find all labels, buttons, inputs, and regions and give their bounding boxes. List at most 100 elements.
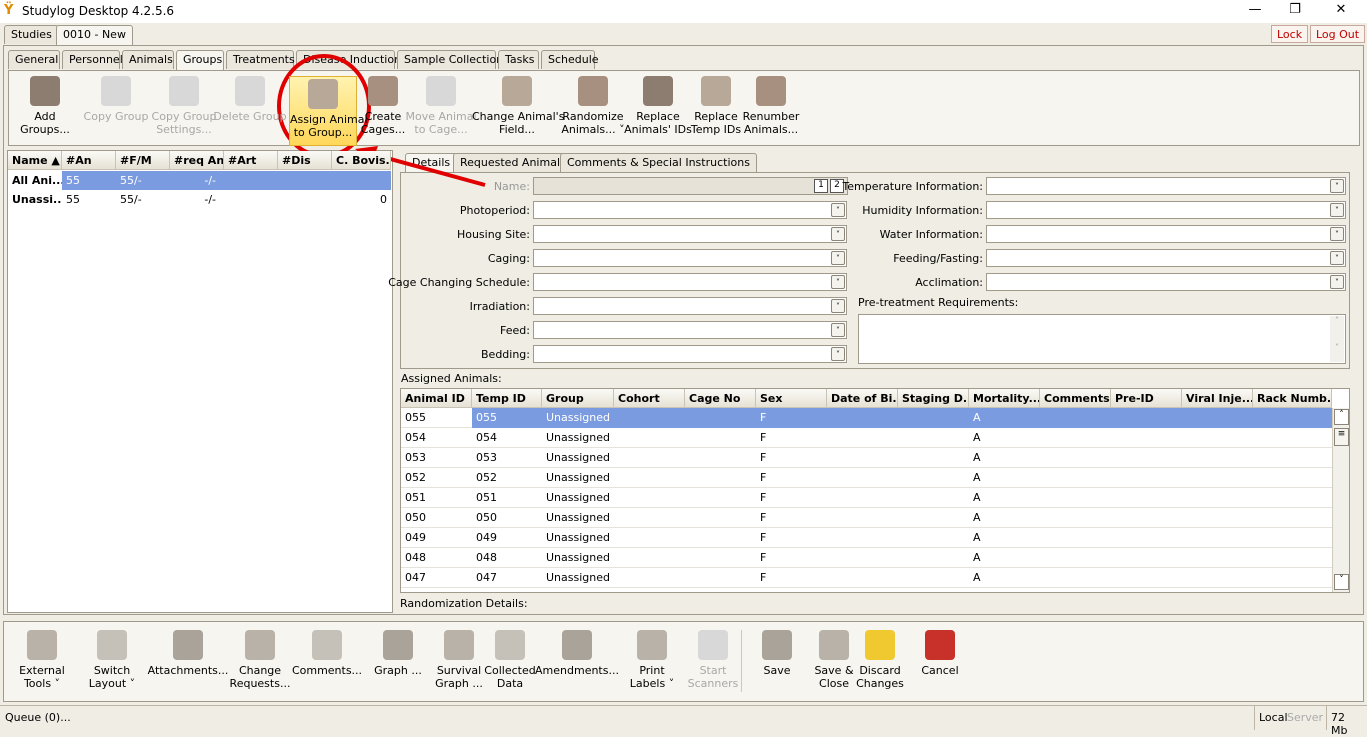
animals-cell[interactable]: 051 — [401, 488, 471, 508]
animals-cell[interactable]: A — [969, 408, 1039, 428]
scroll-up-icon[interactable]: ˄ — [1334, 409, 1349, 425]
groups-cell[interactable] — [224, 190, 278, 209]
scroll-thumb[interactable]: ≡ — [1334, 428, 1349, 446]
chevron-down-icon[interactable]: ˅ — [1330, 179, 1344, 193]
groups-cell[interactable]: -/- — [170, 171, 220, 190]
log-out-button[interactable]: Log Out — [1310, 25, 1366, 43]
field-feed[interactable]: ˅ — [533, 321, 847, 339]
animals-cell[interactable]: A — [969, 568, 1039, 588]
animals-col-header[interactable]: Pre-ID — [1111, 389, 1182, 408]
animals-cell[interactable]: 049 — [472, 528, 542, 548]
animals-col-header[interactable]: Rack Numb... — [1253, 389, 1332, 408]
animals-col-header[interactable]: Cohort — [614, 389, 685, 408]
animals-cell[interactable]: 047 — [401, 568, 471, 588]
tab-schedule[interactable]: Schedule — [541, 50, 599, 69]
groups-col-header[interactable]: C. Bovis... — [332, 151, 391, 170]
animals-cell[interactable]: 054 — [401, 428, 471, 448]
animals-col-header[interactable]: Group — [542, 389, 614, 408]
tab-general[interactable]: General — [8, 50, 60, 69]
animals-cell[interactable]: A — [969, 448, 1039, 468]
field-water-information[interactable]: ˅ — [986, 225, 1346, 243]
cancel-button[interactable]: Cancel — [895, 630, 985, 677]
animals-cell[interactable]: Unassigned — [542, 568, 612, 588]
tab-detail-2[interactable]: Comments & Special Instructions — [560, 153, 757, 172]
chevron-down-icon[interactable]: ˅ — [831, 299, 845, 313]
groups-col-header[interactable]: #req An — [170, 151, 224, 170]
scroll-down-icon[interactable]: ˅ — [1334, 574, 1349, 590]
animals-cell[interactable]: 051 — [472, 488, 542, 508]
animals-cell[interactable]: F — [756, 528, 826, 548]
renumber-animals-button[interactable]: Renumber Animals... — [726, 76, 816, 136]
animals-cell[interactable]: A — [969, 428, 1039, 448]
restore-button[interactable]: ❐ — [1280, 2, 1310, 20]
groups-cell[interactable]: 55/- — [116, 171, 170, 190]
animals-cell[interactable]: 055 — [401, 408, 471, 428]
field-humidity-information[interactable]: ˅ — [986, 201, 1346, 219]
chevron-down-icon[interactable]: ˅ — [1330, 203, 1344, 217]
animals-cell[interactable]: F — [756, 568, 826, 588]
groups-cell[interactable] — [278, 190, 332, 209]
animals-cell[interactable]: 052 — [401, 468, 471, 488]
animals-cell[interactable]: A — [969, 508, 1039, 528]
tab-study-0010[interactable]: 0010 - New — [56, 25, 133, 46]
chevron-down-icon[interactable]: ˅ — [831, 347, 845, 361]
animals-cell[interactable]: Unassigned — [542, 408, 612, 428]
field-irradiation[interactable]: ˅ — [533, 297, 847, 315]
animals-cell[interactable]: 047 — [472, 568, 542, 588]
groups-cell[interactable] — [224, 171, 278, 190]
animals-cell[interactable]: F — [756, 428, 826, 448]
tab-studies[interactable]: Studies — [4, 25, 59, 44]
animals-cell[interactable]: 053 — [472, 448, 542, 468]
groups-cell[interactable]: All Ani... — [8, 171, 62, 190]
animals-cell[interactable]: Unassigned — [542, 508, 612, 528]
animals-cell[interactable]: F — [756, 468, 826, 488]
animals-col-header[interactable]: Comments — [1040, 389, 1111, 408]
animals-cell[interactable]: 048 — [401, 548, 471, 568]
animals-cell[interactable]: 048 — [472, 548, 542, 568]
groups-cell[interactable]: 55 — [62, 190, 116, 209]
lock-button[interactable]: Lock — [1271, 25, 1309, 43]
tab-treatments[interactable]: Treatments — [226, 50, 295, 69]
animals-cell[interactable]: A — [969, 548, 1039, 568]
animals-cell[interactable]: 050 — [401, 508, 471, 528]
queue-status[interactable]: Queue (0)... — [5, 711, 71, 724]
animals-cell[interactable]: A — [969, 488, 1039, 508]
animals-cell[interactable]: A — [969, 468, 1039, 488]
animals-cell[interactable]: Unassigned — [542, 468, 612, 488]
tab-personnel[interactable]: Personnel — [62, 50, 123, 69]
chevron-down-icon[interactable]: ˅ — [831, 323, 845, 337]
tab-groups[interactable]: Groups — [176, 50, 224, 71]
close-button[interactable]: ✕ — [1326, 2, 1356, 20]
chevron-down-icon[interactable]: ˅ — [1330, 227, 1344, 241]
tab-tasks[interactable]: Tasks — [498, 50, 539, 69]
field-temperature-information[interactable]: ˅ — [986, 177, 1346, 195]
tab-detail-1[interactable]: Requested Animals — [453, 153, 573, 172]
pretreatment-scrollbar[interactable]: ˄ ˅ — [1330, 316, 1344, 362]
animals-col-header[interactable]: Animal ID — [401, 389, 472, 408]
groups-cell[interactable]: 55/- — [116, 190, 170, 209]
animals-scrollbar[interactable]: ˄ ≡ ˅ — [1332, 408, 1349, 592]
groups-col-header[interactable]: #F/M — [116, 151, 170, 170]
animals-col-header[interactable]: Sex — [756, 389, 827, 408]
animals-col-header[interactable]: Temp ID — [472, 389, 542, 408]
groups-cell[interactable]: Unassi... — [8, 190, 62, 209]
animals-cell[interactable]: 052 — [472, 468, 542, 488]
tab-sample-collection[interactable]: Sample Collection — [397, 50, 503, 69]
tab-animals[interactable]: Animals — [122, 50, 174, 69]
groups-cell[interactable]: -/- — [170, 190, 220, 209]
animals-cell[interactable]: A — [969, 528, 1039, 548]
animals-col-header[interactable]: Mortality... — [969, 389, 1040, 408]
minimize-button[interactable]: — — [1240, 2, 1270, 20]
groups-col-header[interactable]: Name ▲ — [8, 151, 62, 170]
groups-col-header[interactable]: #An — [62, 151, 116, 170]
groups-col-header[interactable]: #Dis — [278, 151, 332, 170]
field-feeding-fasting[interactable]: ˅ — [986, 249, 1346, 267]
pretreatment-textarea[interactable]: ˄ ˅ — [858, 314, 1346, 364]
animals-cell[interactable]: F — [756, 548, 826, 568]
animals-cell[interactable]: F — [756, 508, 826, 528]
animals-col-header[interactable]: Viral Inje... — [1182, 389, 1253, 408]
animals-col-header[interactable]: Staging D... — [898, 389, 969, 408]
animals-cell[interactable]: F — [756, 408, 826, 428]
animals-cell[interactable]: Unassigned — [542, 428, 612, 448]
delete-group-button[interactable]: Delete Group — [205, 76, 295, 123]
